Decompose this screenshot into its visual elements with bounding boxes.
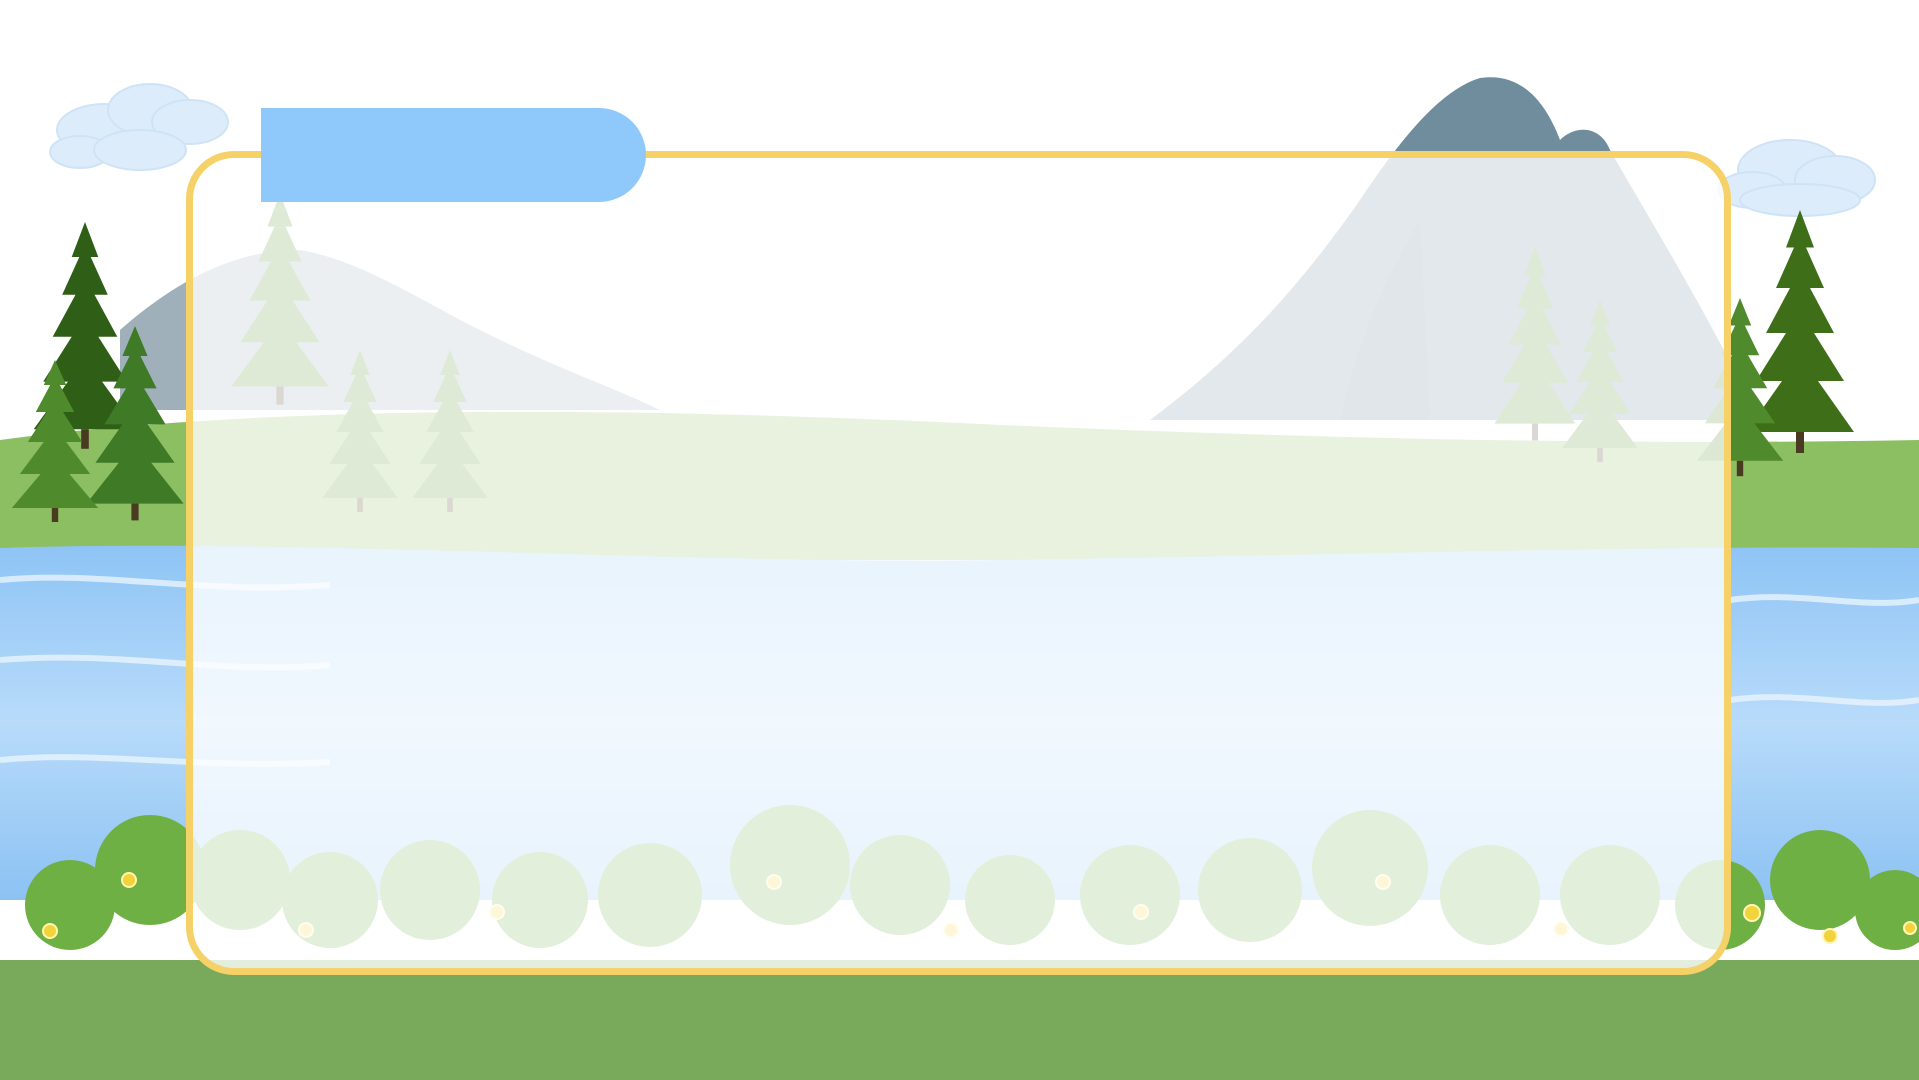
cloud-icon (1717, 139, 1876, 217)
cloud-icon (49, 83, 229, 171)
title-tab (261, 108, 646, 202)
grass-ground (0, 960, 1919, 1080)
content-panel (186, 151, 1731, 975)
